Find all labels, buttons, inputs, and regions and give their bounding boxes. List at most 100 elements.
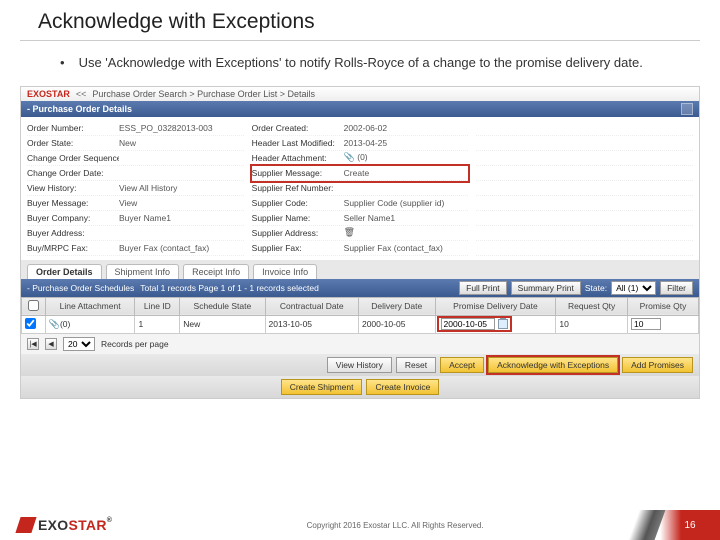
pager: |◀ ◀ 20 Records per page bbox=[21, 334, 699, 354]
field-row: Supplier Ref Number: bbox=[252, 181, 469, 196]
exostar-logo: EXOSTAR® bbox=[0, 517, 130, 533]
promise-qty-input[interactable] bbox=[631, 318, 661, 330]
action-bar-2: Create Shipment Create Invoice bbox=[21, 376, 699, 398]
pager-prev[interactable]: ◀ bbox=[45, 338, 57, 350]
field-label: Supplier Address: bbox=[252, 228, 344, 238]
field-row: Buyer Company:Buyer Name1 bbox=[27, 211, 244, 226]
divider bbox=[20, 40, 700, 41]
breadcrumb-path: Purchase Order Search > Purchase Order L… bbox=[92, 89, 315, 99]
state-select[interactable]: All (1) bbox=[611, 281, 656, 295]
field-label: Header Attachment: bbox=[252, 153, 344, 163]
reset-button[interactable]: Reset bbox=[396, 357, 436, 373]
field-row bbox=[476, 121, 693, 136]
field-row: Order Number:ESS_PO_03282013-003 bbox=[27, 121, 244, 136]
col-request-qty[interactable]: Request Qty bbox=[556, 297, 628, 315]
cell-contract-date: 2013-10-05 bbox=[265, 315, 358, 333]
field-row bbox=[476, 136, 693, 151]
field-label: Supplier Ref Number: bbox=[252, 183, 344, 193]
bullet-dot: • bbox=[60, 55, 65, 72]
filter-button[interactable]: Filter bbox=[660, 281, 693, 295]
field-row: Change Order Sequence: bbox=[27, 151, 244, 166]
tab-shipment-info[interactable]: Shipment Info bbox=[106, 264, 180, 279]
field-row: Order State:New bbox=[27, 136, 244, 151]
po-details: Order Number:ESS_PO_03282013-003Order St… bbox=[21, 117, 699, 260]
field-value: Supplier Code (supplier id) bbox=[344, 198, 469, 208]
cell-attachment[interactable]: (0) bbox=[45, 315, 135, 333]
add-promises-button[interactable]: Add Promises bbox=[622, 357, 693, 373]
cell-prom-qty[interactable] bbox=[627, 315, 698, 333]
col-delivery-date[interactable]: Delivery Date bbox=[358, 297, 435, 315]
summary-print-button[interactable]: Summary Print bbox=[511, 281, 581, 295]
page-size-select[interactable]: 20 bbox=[63, 337, 95, 351]
field-value: 2013-04-25 bbox=[344, 138, 469, 148]
bullet-text: Use 'Acknowledge with Exceptions' to not… bbox=[79, 55, 643, 72]
calendar-icon[interactable] bbox=[498, 319, 508, 329]
field-row bbox=[476, 166, 693, 181]
cell-delivery-date: 2000-10-05 bbox=[358, 315, 435, 333]
cell-promise-date[interactable] bbox=[435, 315, 556, 333]
slide-footer: EXOSTAR® Copyright 2016 Exostar LLC. All… bbox=[0, 510, 720, 540]
tab-order-details[interactable]: Order Details bbox=[27, 264, 102, 279]
slide-title: Acknowledge with Exceptions bbox=[0, 0, 720, 40]
field-label: Header Last Modified: bbox=[252, 138, 344, 148]
cell-req-qty: 10 bbox=[556, 315, 628, 333]
tabs: Order Details Shipment InfoReceipt Info In… bbox=[21, 260, 699, 279]
field-label: Buyer Address: bbox=[27, 228, 119, 238]
field-label: Supplier Name: bbox=[252, 213, 344, 223]
field-value: 2002-06-02 bbox=[344, 123, 469, 133]
full-print-button[interactable]: Full Print bbox=[459, 281, 507, 295]
trash-icon[interactable] bbox=[344, 227, 355, 237]
col-promise-qty[interactable]: Promise Qty bbox=[627, 297, 698, 315]
col-schedule-state[interactable]: Schedule State bbox=[180, 297, 265, 315]
schedules-header: - Purchase Order Schedules Total 1 recor… bbox=[21, 279, 699, 297]
logo-swoosh-icon bbox=[15, 517, 36, 533]
field-label: Change Order Sequence: bbox=[27, 153, 119, 163]
schedule-grid: Line AttachmentLine IDSchedule StateCont… bbox=[21, 297, 699, 334]
cell-line-id: 1 bbox=[135, 315, 180, 333]
schedules-count: Total 1 records Page 1 of 1 - 1 records … bbox=[140, 283, 319, 293]
pager-label: Records per page bbox=[101, 339, 169, 349]
collapse-icon[interactable] bbox=[681, 103, 693, 115]
field-value: Create bbox=[344, 168, 469, 178]
field-label: Supplier Code: bbox=[252, 198, 344, 208]
field-row: Supplier Code:Supplier Code (supplier id… bbox=[252, 196, 469, 211]
table-row: (0) 1 New 2013-10-05 2000-10-05 10 bbox=[22, 315, 699, 333]
field-label: View History: bbox=[27, 183, 119, 193]
breadcrumb: EXOSTAR << Purchase Order Search > Purch… bbox=[21, 87, 699, 101]
paperclip-icon[interactable] bbox=[344, 152, 355, 162]
view-history-button[interactable]: View History bbox=[327, 357, 392, 373]
field-row: Supplier Address: bbox=[252, 226, 469, 241]
field-value: Buyer Fax (contact_fax) bbox=[119, 243, 244, 253]
field-label: Order Created: bbox=[252, 123, 344, 133]
state-label: State: bbox=[585, 283, 607, 293]
field-row: Buyer Message:View bbox=[27, 196, 244, 211]
field-row: Supplier Name:Seller Name1 bbox=[252, 211, 469, 226]
ack-exceptions-button[interactable]: Acknowledge with Exceptions bbox=[488, 357, 618, 373]
field-row: Buy/MRPC Fax:Buyer Fax (contact_fax) bbox=[27, 241, 244, 256]
field-value: (0) bbox=[344, 152, 469, 163]
promise-date-input[interactable] bbox=[441, 318, 495, 330]
pager-first[interactable]: |◀ bbox=[27, 338, 39, 350]
field-row: Supplier Fax:Supplier Fax (contact_fax) bbox=[252, 241, 469, 256]
create-invoice-button[interactable]: Create Invoice bbox=[366, 379, 439, 395]
row-checkbox[interactable] bbox=[25, 318, 36, 329]
tab-invoice-info[interactable]: Invoice Info bbox=[253, 264, 317, 279]
accept-button[interactable]: Accept bbox=[440, 357, 484, 373]
col-line-attachment[interactable]: Line Attachment bbox=[45, 297, 135, 315]
logo-mini: EXOSTAR bbox=[27, 89, 70, 99]
col-contractual-date[interactable]: Contractual Date bbox=[265, 297, 358, 315]
field-value bbox=[344, 227, 469, 238]
nav-back[interactable]: << bbox=[76, 89, 87, 99]
select-all-checkbox[interactable] bbox=[28, 300, 39, 311]
field-row: Supplier Message:Create bbox=[252, 166, 469, 181]
field-value: Supplier Fax (contact_fax) bbox=[344, 243, 469, 253]
field-row bbox=[476, 196, 693, 211]
field-row bbox=[476, 241, 693, 256]
col-line-id[interactable]: Line ID bbox=[135, 297, 180, 315]
tab-receipt-info[interactable]: Receipt Info bbox=[183, 264, 249, 279]
field-value: View bbox=[119, 198, 244, 208]
field-label: Change Order Date: bbox=[27, 168, 119, 178]
col-select[interactable] bbox=[22, 297, 46, 315]
col-promise-delivery-date[interactable]: Promise Delivery Date bbox=[435, 297, 556, 315]
create-shipment-button[interactable]: Create Shipment bbox=[281, 379, 363, 395]
